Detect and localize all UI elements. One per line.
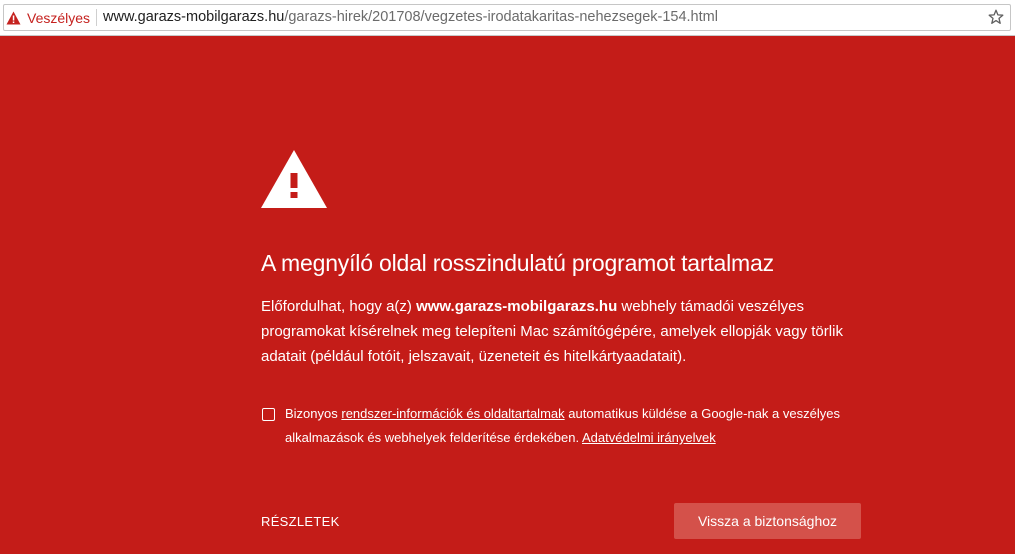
omnibox[interactable]: Veszélyes www.garazs-mobilgarazs.hu/gara… bbox=[3, 4, 1011, 31]
omnibox-divider bbox=[96, 9, 97, 26]
system-info-link[interactable]: rendszer-információk és oldaltartalmak bbox=[341, 406, 564, 421]
url-text[interactable]: www.garazs-mobilgarazs.hu/garazs-hirek/2… bbox=[103, 5, 718, 30]
url-host: www.garazs-mobilgarazs.hu bbox=[103, 9, 285, 25]
back-to-safety-button[interactable]: Vissza a biztonsághoz bbox=[674, 503, 861, 539]
description-prefix: Előfordulhat, hogy a(z) bbox=[261, 298, 417, 315]
warning-triangle-icon bbox=[261, 150, 327, 208]
url-path: /garazs-hirek/201708/vegzetes-irodatakar… bbox=[284, 9, 718, 25]
address-bar: Veszélyes www.garazs-mobilgarazs.hu/gara… bbox=[0, 0, 1015, 36]
star-icon[interactable] bbox=[988, 9, 1004, 25]
interstitial-page: A megnyíló oldal rosszindulatú programot… bbox=[0, 36, 1015, 554]
warning-description: Előfordulhat, hogy a(z) www.garazs-mobil… bbox=[261, 294, 861, 369]
security-label: Veszélyes bbox=[27, 9, 91, 26]
warning-triangle-icon bbox=[6, 11, 21, 24]
extended-reporting-checkbox[interactable] bbox=[262, 408, 275, 421]
description-host: www.garazs-mobilgarazs.hu bbox=[416, 298, 618, 315]
consent-prefix: Bizonyos bbox=[285, 406, 342, 421]
privacy-policy-link[interactable]: Adatvédelmi irányelvek bbox=[582, 430, 716, 445]
security-indicator[interactable]: Veszélyes bbox=[6, 5, 90, 30]
extended-reporting-label: Bizonyos rendszer-információk és oldalta… bbox=[285, 402, 860, 450]
page-title: A megnyíló oldal rosszindulatú programot… bbox=[261, 250, 774, 276]
details-button[interactable]: RÉSZLETEK bbox=[261, 514, 340, 529]
